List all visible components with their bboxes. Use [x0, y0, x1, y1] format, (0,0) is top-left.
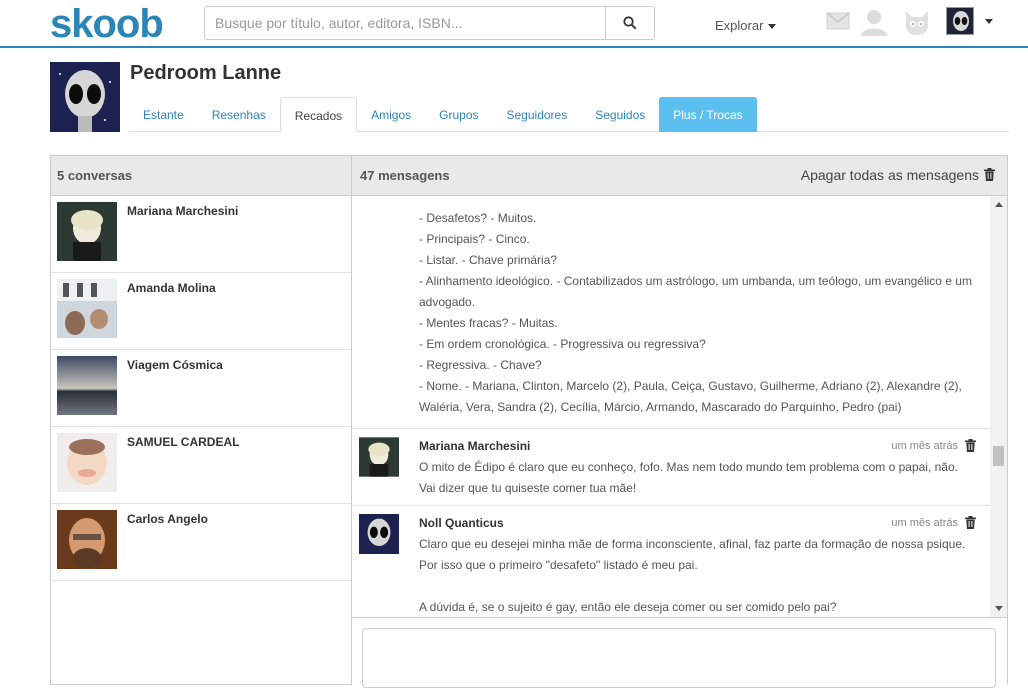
message-body: Claro que eu desejei minha mãe de forma …	[419, 534, 975, 617]
avatar[interactable]	[359, 437, 399, 477]
trash-icon[interactable]	[965, 439, 976, 452]
search-button[interactable]	[605, 7, 654, 39]
skoob-logo[interactable]: skoob	[50, 2, 164, 47]
messages-count: 47 mensagens	[360, 168, 450, 183]
avatar	[57, 202, 117, 261]
messages-scroll-area[interactable]: - Desafetos? - Muitos. - Principais? - C…	[352, 196, 1007, 617]
trash-icon[interactable]	[984, 168, 995, 181]
messages-header: 47 mensagens Apagar todas as mensagens	[352, 156, 1007, 196]
conversation-name: Amanda Molina	[127, 281, 216, 295]
avatar[interactable]	[359, 514, 399, 554]
explore-menu[interactable]: Explorar	[715, 18, 777, 33]
message-line: - Mentes fracas? - Muitas.	[419, 316, 558, 330]
user-avatar[interactable]	[946, 7, 974, 35]
alien-avatar-icon	[953, 11, 969, 31]
top-bar: skoob Explorar	[0, 0, 1028, 48]
scroll-down-arrow-icon[interactable]	[995, 606, 1003, 611]
avatar	[57, 433, 117, 492]
search-input[interactable]	[205, 7, 605, 39]
message-line: - Listar. - Chave primária?	[419, 253, 558, 267]
profile-avatar[interactable]	[50, 62, 120, 132]
message-line: - Principais? - Cinco.	[419, 232, 530, 246]
tab-estante[interactable]: Estante	[129, 97, 198, 132]
user-icon[interactable]	[860, 8, 888, 36]
conversation-name: SAMUEL CARDEAL	[127, 435, 240, 449]
conversations-header: 5 conversas	[51, 156, 351, 196]
message-line: - Regressiva. - Chave?	[419, 358, 542, 372]
tab-plus-trocas[interactable]: Plus / Trocas	[659, 97, 757, 132]
tab-seguidores[interactable]: Seguidores	[493, 97, 582, 132]
conversation-item[interactable]: SAMUEL CARDEAL	[51, 427, 351, 504]
explore-label: Explorar	[715, 18, 764, 33]
reply-textarea[interactable]	[362, 628, 996, 688]
conversation-name: Mariana Marchesini	[127, 204, 239, 218]
messages-panel: 5 conversas Mariana Marchesini Amanda Mo…	[50, 155, 1008, 688]
conversation-list: 5 conversas Mariana Marchesini Amanda Mo…	[51, 156, 352, 684]
conversation-item[interactable]: Carlos Angelo	[51, 504, 351, 581]
message-author[interactable]: Mariana Marchesini	[419, 439, 530, 453]
conversation-name: Viagem Cósmica	[127, 358, 223, 372]
tab-resenhas[interactable]: Resenhas	[198, 97, 280, 132]
message-paragraph: Claro que eu desejei minha mãe de forma …	[419, 537, 966, 572]
profile-tabs: Estante Resenhas Recados Amigos Grupos S…	[129, 97, 1009, 132]
profile-name: Pedroom Lanne	[130, 62, 282, 84]
user-menu-caret-icon[interactable]	[985, 19, 993, 24]
conversation-item[interactable]: Mariana Marchesini	[51, 196, 351, 273]
search-icon	[623, 16, 637, 30]
message-line: - Alinhamento ideológico. - Contabilizad…	[419, 274, 972, 309]
conversation-item[interactable]: Amanda Molina	[51, 273, 351, 350]
scroll-up-arrow-icon[interactable]	[995, 202, 1003, 207]
message-timestamp: um mês atrás	[891, 440, 958, 452]
message-author[interactable]: Noll Quanticus	[419, 516, 504, 530]
cat-icon[interactable]	[904, 9, 930, 36]
scrollbar[interactable]	[990, 196, 1007, 617]
conversation-item[interactable]: Viagem Cósmica	[51, 350, 351, 427]
search-box	[204, 6, 655, 40]
message-thread: 47 mensagens Apagar todas as mensagens -…	[352, 156, 1007, 688]
mail-icon[interactable]	[826, 12, 850, 30]
avatar	[57, 356, 117, 415]
message-line: - Em ordem cronológica. - Progressiva ou…	[419, 337, 706, 351]
trash-icon[interactable]	[965, 516, 976, 529]
delete-all-messages-link[interactable]: Apagar todas as mensagens	[801, 167, 979, 183]
message-line: - Nome. - Mariana, Clinton, Marcelo (2),…	[419, 379, 962, 414]
message-item: Noll Quanticus um mês atrás Claro que eu…	[352, 505, 990, 617]
chevron-down-icon	[768, 24, 777, 30]
avatar	[57, 510, 117, 569]
message-body: O mito de Édipo é claro que eu conheço, …	[419, 460, 958, 495]
message-line: - Desafetos? - Muitos.	[419, 211, 537, 225]
tab-recados[interactable]: Recados	[279, 97, 358, 132]
tab-amigos[interactable]: Amigos	[357, 97, 425, 132]
message-item: Mariana Marchesini um mês atrás O mito d…	[352, 428, 990, 505]
message-body: - Desafetos? - Muitos. - Principais? - C…	[419, 208, 979, 418]
message-timestamp: um mês atrás	[891, 517, 958, 529]
tab-grupos[interactable]: Grupos	[425, 97, 492, 132]
alien-avatar-icon	[50, 62, 120, 132]
avatar	[57, 279, 117, 338]
tab-seguidos[interactable]: Seguidos	[581, 97, 659, 132]
conversation-name: Carlos Angelo	[127, 512, 208, 526]
scroll-thumb[interactable]	[993, 446, 1004, 466]
message-paragraph: A dúvida é, se o sujeito é gay, então el…	[419, 600, 837, 614]
